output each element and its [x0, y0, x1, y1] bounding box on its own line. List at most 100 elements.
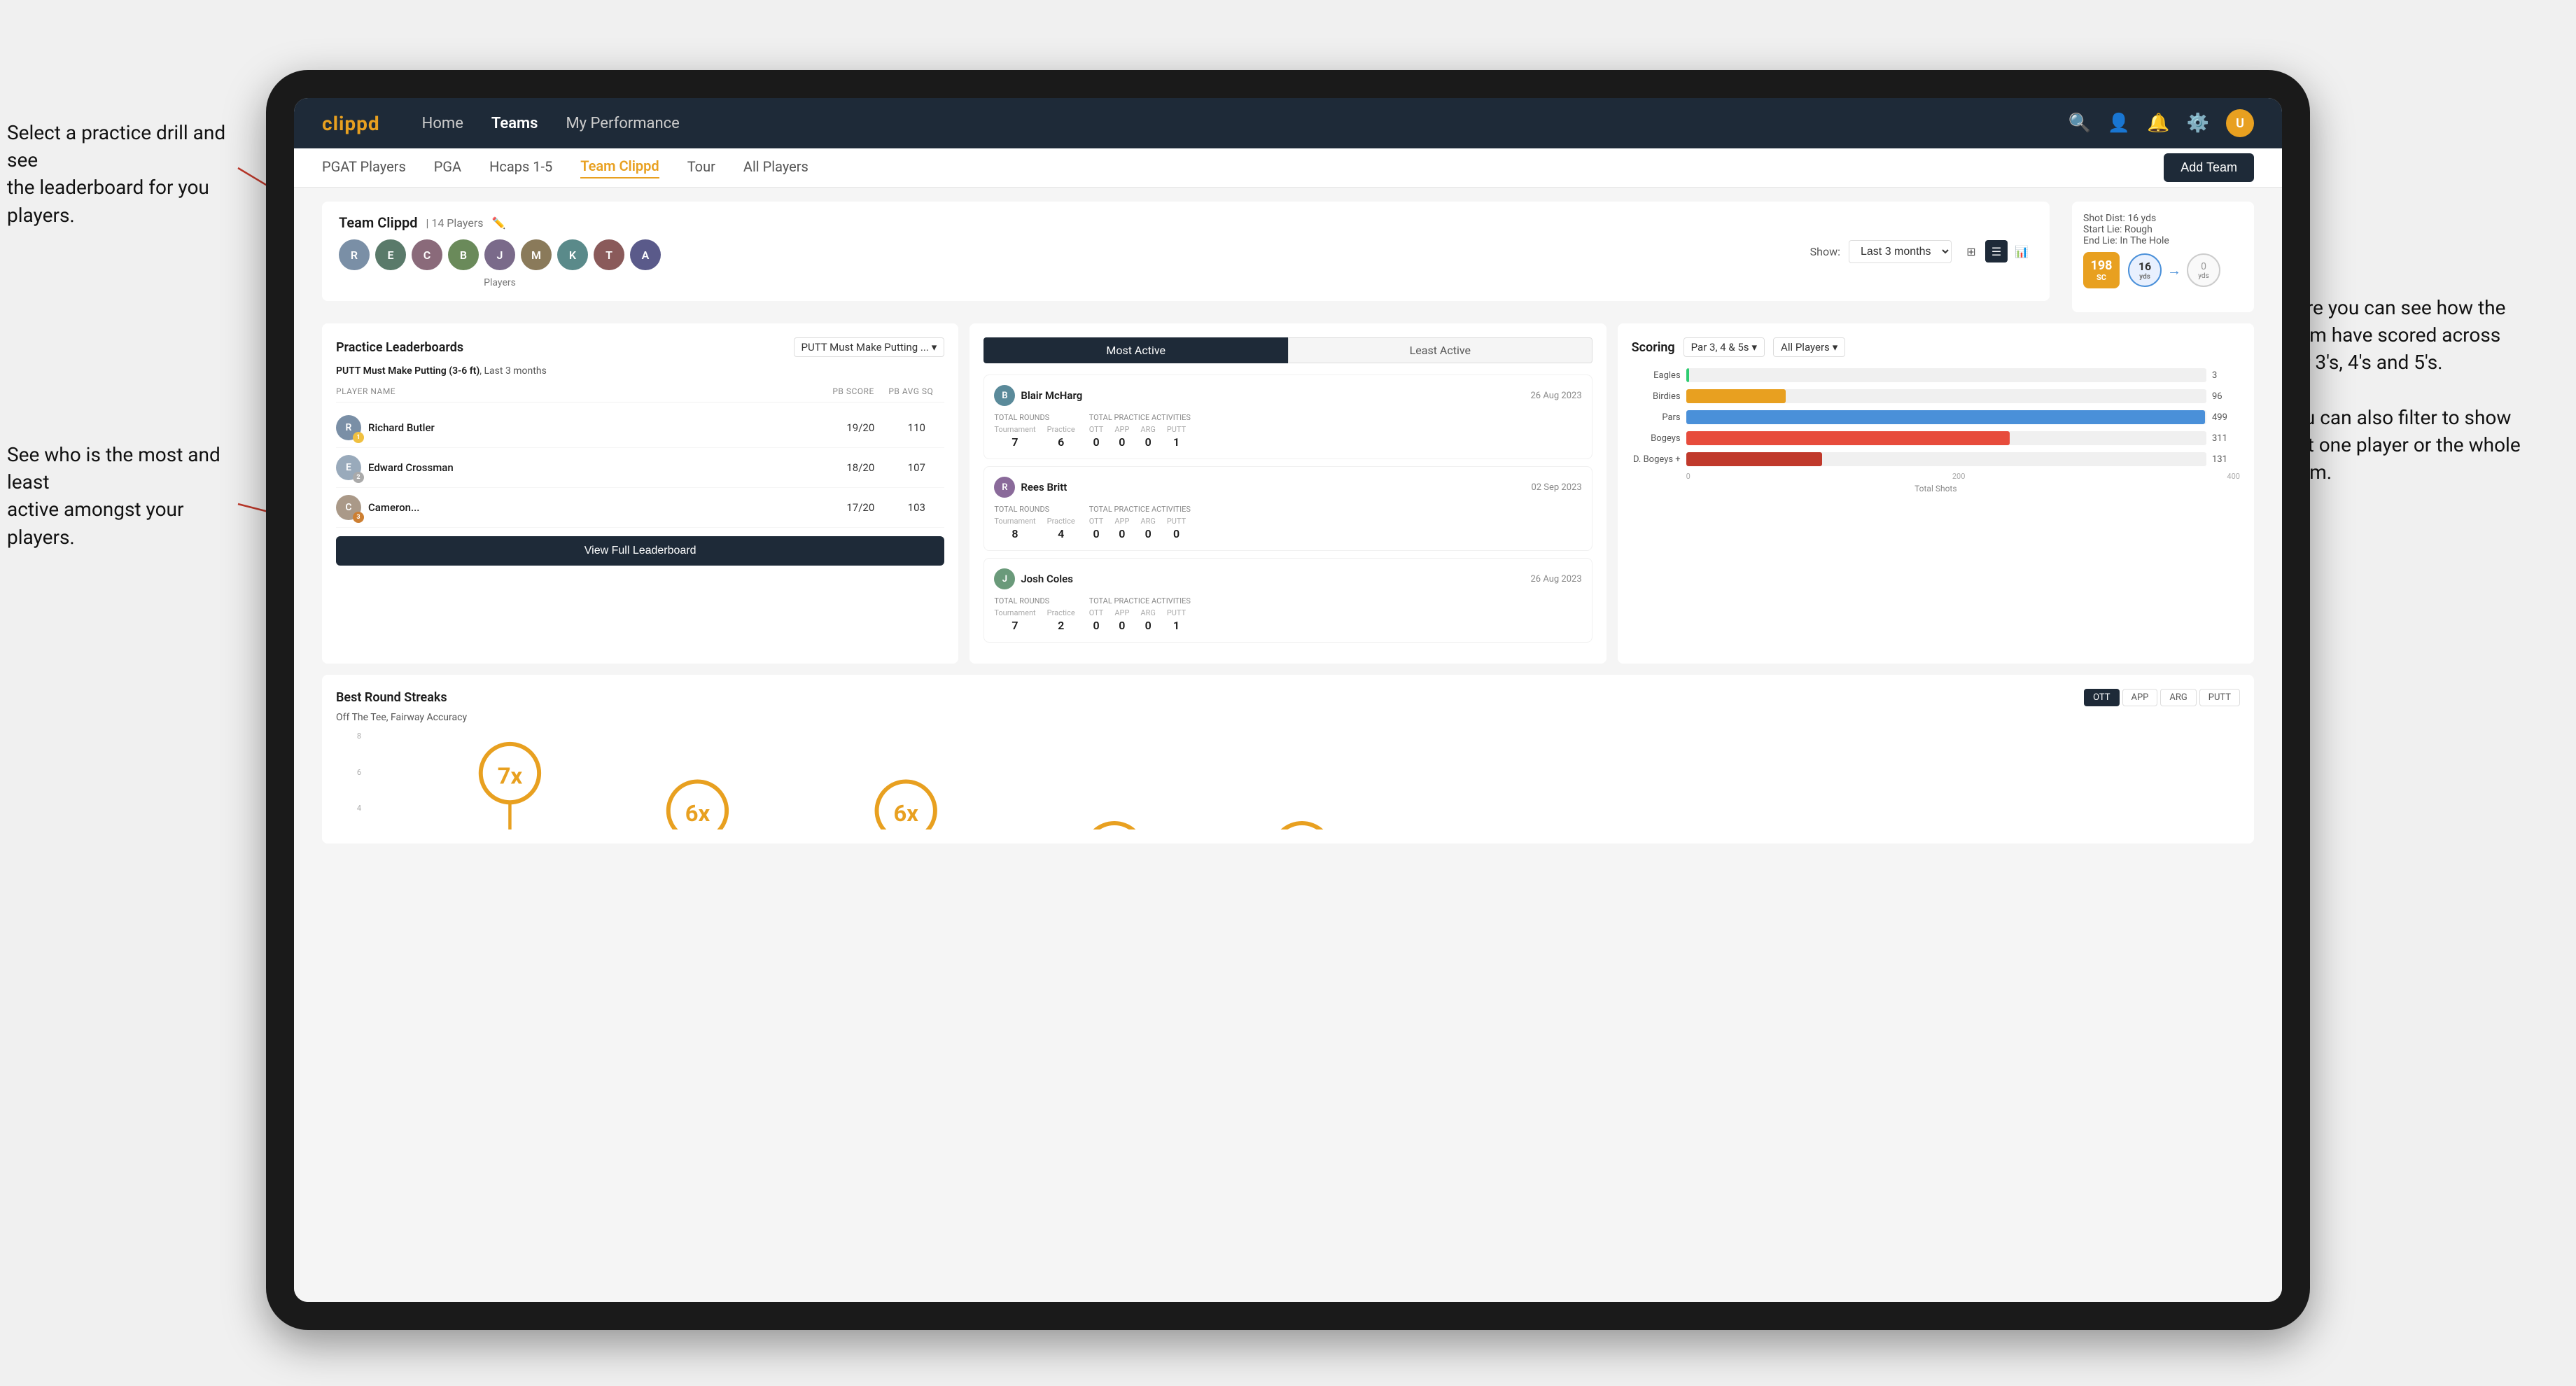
- pac-tournament-col: Tournament 7: [994, 425, 1035, 449]
- chevron-down-icon: ▾: [1752, 341, 1758, 354]
- lb-name-1: Richard Butler: [368, 421, 435, 434]
- most-active-tab[interactable]: Most Active: [983, 337, 1288, 363]
- bar-row-bogeys: Bogeys 311: [1632, 431, 2240, 445]
- bar-container-bogeys: [1686, 431, 2206, 445]
- lb-name-2: Edward Crossman: [368, 461, 454, 474]
- scoring-card: Scoring Par 3, 4 & 5s ▾ All Players ▾: [1618, 323, 2254, 664]
- team-header-left: Team Clippd | 14 Players ✏️ R E C B J: [339, 214, 661, 288]
- pac-name-josh: Josh Coles: [1021, 573, 1073, 585]
- lb-avg-2: 107: [888, 461, 944, 474]
- chart-view-icon[interactable]: 📊: [2010, 240, 2033, 262]
- nav-home[interactable]: Home: [422, 115, 463, 132]
- bar-value-pars: 499: [2212, 412, 2240, 423]
- pac-ott: OTT 0: [1089, 425, 1104, 449]
- practice-drill-dropdown[interactable]: PUTT Must Make Putting ... ▾: [794, 337, 945, 357]
- table-row: C 3 Cameron... 17/20 103: [336, 488, 944, 528]
- bar-row-eagles: Eagles 3: [1632, 368, 2240, 382]
- players-filter-dropdown[interactable]: All Players ▾: [1773, 337, 1845, 357]
- player-avatar[interactable]: R: [339, 239, 370, 270]
- nav-my-performance[interactable]: My Performance: [566, 115, 679, 132]
- player-avatar[interactable]: K: [557, 239, 588, 270]
- practice-leaderboards-header: Practice Leaderboards PUTT Must Make Put…: [336, 337, 944, 357]
- bar-value-bogeys: 311: [2212, 433, 2240, 444]
- add-team-button[interactable]: Add Team: [2164, 153, 2254, 182]
- player-avatar[interactable]: C: [412, 239, 442, 270]
- shot-yds: 16 yds → 0 yds: [2128, 253, 2220, 287]
- bar-fill-bogeys: [1686, 431, 2010, 445]
- show-select[interactable]: Last 3 months: [1849, 240, 1952, 263]
- search-icon[interactable]: 🔍: [2068, 113, 2091, 134]
- lb-name-3: Cameron...: [368, 501, 419, 514]
- table-row: E 2 Edward Crossman 18/20 107: [336, 448, 944, 488]
- bar-value-eagles: 3: [2212, 370, 2240, 381]
- edit-icon[interactable]: ✏️: [492, 216, 506, 230]
- lb-score-1: 19/20: [832, 421, 888, 434]
- pac-player-josh: J Josh Coles: [994, 568, 1073, 589]
- view-full-leaderboard-button[interactable]: View Full Leaderboard: [336, 536, 944, 566]
- practice-leaderboards-title: Practice Leaderboards: [336, 340, 463, 355]
- par-filter-dropdown[interactable]: Par 3, 4 & 5s ▾: [1684, 337, 1765, 357]
- bar-fill-eagles: [1686, 368, 1689, 382]
- subnav-hcaps[interactable]: Hcaps 1-5: [489, 158, 552, 178]
- subnav-all-players[interactable]: All Players: [743, 158, 808, 178]
- person-icon[interactable]: 👤: [2108, 113, 2130, 134]
- pac-total-rounds-blair: Total Rounds Tournament 7 Practice 6: [994, 413, 1074, 449]
- subnav-team-clippd[interactable]: Team Clippd: [580, 158, 659, 178]
- subnav-pgat[interactable]: PGAT Players: [322, 158, 406, 178]
- streaks-tab-app[interactable]: APP: [2122, 689, 2158, 706]
- player-avatar[interactable]: T: [594, 239, 624, 270]
- avatar[interactable]: U: [2226, 109, 2254, 137]
- tablet-screen: clippd Home Teams My Performance 🔍 👤 🔔 ⚙…: [294, 98, 2282, 1302]
- player-activity-rees: R Rees Britt 02 Sep 2023 Total Rounds To…: [983, 466, 1592, 551]
- lb-avg-1: 110: [888, 421, 944, 434]
- least-active-tab[interactable]: Least Active: [1288, 337, 1592, 363]
- streaks-tab-putt[interactable]: PUTT: [2199, 689, 2240, 706]
- bell-icon[interactable]: 🔔: [2147, 113, 2169, 134]
- practice-leaderboards-card: Practice Leaderboards PUTT Must Make Put…: [322, 323, 958, 664]
- axis-label-400: 400: [2227, 472, 2240, 481]
- arrow-right-icon: →: [2167, 262, 2181, 279]
- player-avatar[interactable]: E: [375, 239, 406, 270]
- bar-container-eagles: [1686, 368, 2206, 382]
- lb-avatar-1: R 1: [336, 415, 361, 440]
- pac-avatar-rees: R: [994, 477, 1015, 498]
- scoring-bar-chart: Eagles 3 Birdies 96: [1632, 368, 2240, 466]
- player-avatar[interactable]: J: [484, 239, 515, 270]
- streaks-tab-ott[interactable]: OTT: [2084, 689, 2119, 706]
- bar-label-dbogeys: D. Bogeys +: [1632, 454, 1681, 465]
- player-avatar[interactable]: M: [521, 239, 552, 270]
- grid-view-icon[interactable]: ⊞: [1960, 240, 1982, 262]
- list-view-icon[interactable]: ☰: [1985, 240, 2008, 262]
- team-title: Team Clippd: [339, 214, 417, 231]
- show-label: Show:: [1810, 245, 1840, 258]
- pac-name-rees: Rees Britt: [1021, 481, 1067, 493]
- lb-avg-3: 103: [888, 501, 944, 514]
- subnav-tour[interactable]: Tour: [687, 158, 715, 178]
- table-row: R 1 Richard Butler 19/20 110: [336, 408, 944, 448]
- annotation-bottom-left: See who is the most and leastactive amon…: [7, 441, 245, 551]
- streaks-tab-arg[interactable]: ARG: [2160, 689, 2196, 706]
- settings-icon[interactable]: ⚙️: [2187, 113, 2209, 134]
- shot-card-body: 198 SC 16 yds → 0 yds: [2083, 252, 2243, 288]
- view-icons: ⊞ ☰ 📊: [1960, 240, 2033, 262]
- main-content: Team Clippd | 14 Players ✏️ R E C B J: [294, 188, 2282, 1302]
- players-label: Players: [484, 277, 516, 288]
- lb-avatar-3: C 3: [336, 495, 361, 520]
- bar-fill-dbogeys: [1686, 452, 1823, 466]
- bronze-badge: 3: [353, 512, 364, 523]
- pac-stats-blair: Total Rounds Tournament 7 Practice 6: [994, 413, 1581, 449]
- player-avatar[interactable]: B: [448, 239, 479, 270]
- bar-fill-pars: [1686, 410, 2206, 424]
- leaderboard-subtitle: PUTT Must Make Putting (3-6 ft), Last 3 …: [336, 365, 944, 377]
- annotation-top-left: Select a practice drill and seethe leade…: [7, 119, 245, 229]
- bar-container-dbogeys: [1686, 452, 2206, 466]
- player-avatar[interactable]: A: [630, 239, 661, 270]
- yds-end: 0 yds: [2187, 253, 2220, 287]
- pac-arg: ARG 0: [1140, 425, 1155, 449]
- svg-text:6x: 6x: [685, 800, 710, 827]
- subnav-pga[interactable]: PGA: [434, 158, 461, 178]
- team-title-row: Team Clippd | 14 Players ✏️: [339, 214, 661, 231]
- bar-row-birdies: Birdies 96: [1632, 389, 2240, 403]
- nav-teams[interactable]: Teams: [491, 115, 538, 132]
- axis-label-200: 200: [1952, 472, 1966, 481]
